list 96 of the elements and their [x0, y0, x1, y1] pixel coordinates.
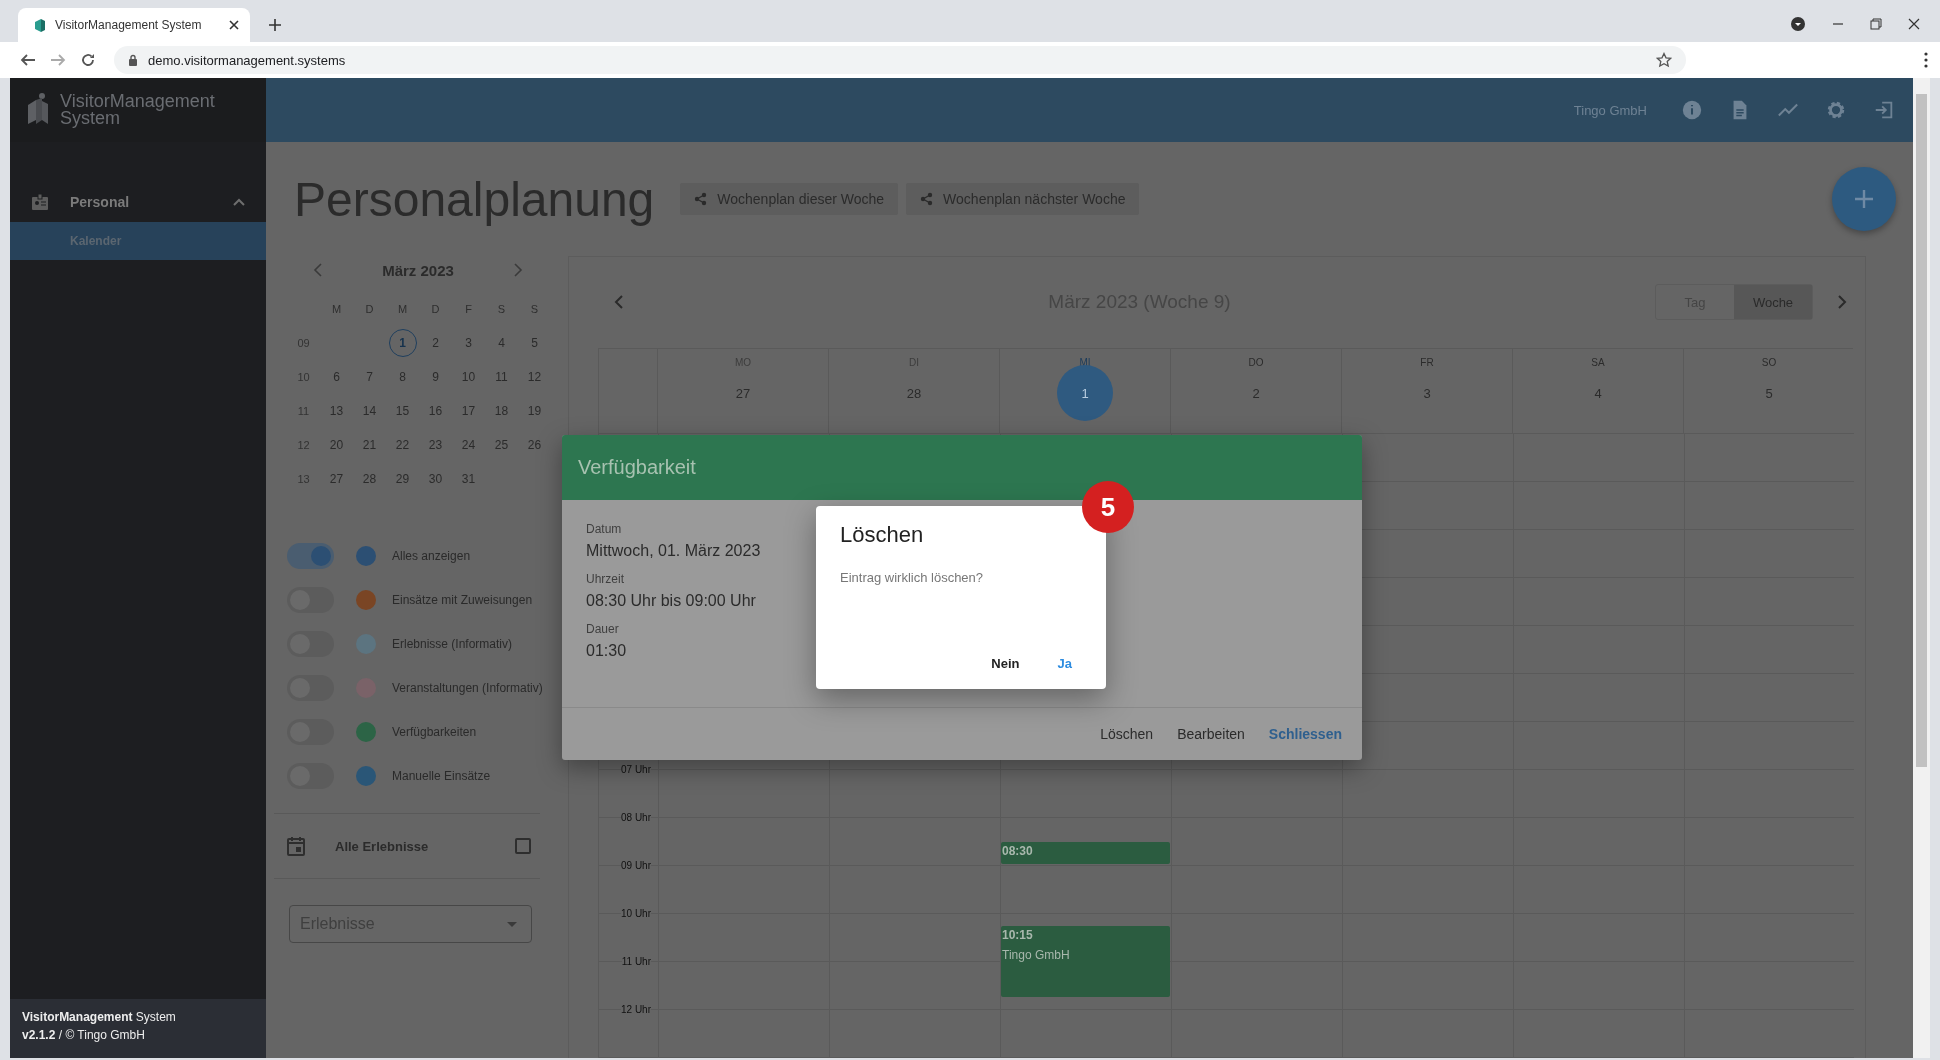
- chevron-right-icon[interactable]: [513, 263, 523, 277]
- calendar-day[interactable]: 5: [520, 329, 549, 357]
- app-logo-icon: [32, 17, 46, 33]
- brand-name: VisitorManagement System: [60, 93, 215, 127]
- hour-label: 07 Uhr: [621, 764, 651, 775]
- month-title: März 2023: [382, 261, 454, 279]
- hour-label: 11 Uhr: [621, 956, 651, 967]
- calendar-day[interactable]: 6: [322, 363, 351, 391]
- calendar-day[interactable]: 30: [421, 465, 450, 493]
- reload-icon[interactable]: [80, 52, 96, 68]
- restore-icon[interactable]: [1870, 18, 1882, 30]
- nav-group[interactable]: Personal: [10, 184, 266, 220]
- menu-icon[interactable]: [1924, 52, 1928, 68]
- plus-icon: [1852, 187, 1876, 211]
- calendar-day[interactable]: 4: [487, 329, 516, 357]
- dialog-button[interactable]: Löschen: [1090, 718, 1164, 750]
- calendar-day[interactable]: 11: [487, 363, 516, 391]
- scrollbar[interactable]: [1916, 94, 1927, 767]
- lock-icon: [128, 54, 138, 66]
- toggle-switch[interactable]: [287, 543, 334, 569]
- calendar-event[interactable]: 08:30: [1001, 842, 1170, 864]
- filter-label: Manuelle Einsätze: [392, 769, 491, 783]
- footer-text: v2.1.2 / © Tingo GmbH: [22, 1028, 146, 1042]
- calendar-day[interactable]: 21: [355, 431, 384, 459]
- page-title: Personalplanung: [294, 171, 655, 227]
- dialog-message: Eintrag wirklich löschen?: [840, 570, 985, 585]
- calendar-day[interactable]: 7: [355, 363, 384, 391]
- dialog-button[interactable]: Ja: [1047, 650, 1082, 677]
- calendar-day[interactable]: 31: [454, 465, 483, 493]
- logo-icon: [26, 93, 50, 127]
- back-icon[interactable]: [20, 52, 36, 68]
- day-header[interactable]: SO 5: [1683, 349, 1854, 434]
- calendar-day[interactable]: 25: [487, 431, 516, 459]
- checkbox[interactable]: [515, 838, 531, 854]
- calendar-event[interactable]: 10:15 Tingo GmbH: [1001, 926, 1170, 997]
- day-header[interactable]: MI 1: [999, 349, 1170, 434]
- dropdown-icon[interactable]: [1790, 16, 1806, 32]
- chevron-left-icon[interactable]: [614, 295, 624, 309]
- calendar-day[interactable]: 29: [388, 465, 417, 493]
- hour-label: 12 Uhr: [621, 1004, 651, 1015]
- filter-label: Erlebnisse (Informativ): [392, 637, 513, 651]
- calendar-day[interactable]: 13: [322, 397, 351, 425]
- info-icon[interactable]: [1681, 99, 1703, 121]
- day-header[interactable]: SA 4: [1512, 349, 1683, 434]
- calendar-day[interactable]: 10: [454, 363, 483, 391]
- day-header[interactable]: FR 3: [1341, 349, 1512, 434]
- calendar-icon: [287, 836, 305, 856]
- forward-icon[interactable]: [50, 52, 66, 68]
- calendar-day[interactable]: 26: [520, 431, 549, 459]
- calendar-day[interactable]: 24: [454, 431, 483, 459]
- dialog-button[interactable]: Schliessen: [1258, 718, 1352, 750]
- dialog-button[interactable]: Bearbeiten: [1167, 718, 1255, 750]
- dialog-title: Löschen: [840, 522, 925, 548]
- new-tab-icon[interactable]: [268, 18, 282, 32]
- chevron-left-icon[interactable]: [313, 263, 323, 277]
- star-icon[interactable]: [1656, 52, 1672, 68]
- close-icon[interactable]: [228, 19, 240, 31]
- calendar-day[interactable]: 15: [388, 397, 417, 425]
- filter-label: Einsätze mit Zuweisungen: [392, 593, 533, 607]
- browser-tab[interactable]: VisitorManagement System: [18, 8, 250, 42]
- calendar-day[interactable]: 17: [454, 397, 483, 425]
- calendar-day[interactable]: 3: [454, 329, 483, 357]
- dropdown-arrow-icon: [507, 921, 517, 927]
- company-name: Tingo GmbH: [1573, 102, 1647, 118]
- add-button[interactable]: [1832, 167, 1896, 231]
- id-badge-icon: [30, 192, 50, 212]
- dialog-button[interactable]: Nein: [981, 650, 1030, 677]
- calendar-day[interactable]: 27: [322, 465, 351, 493]
- calendar-day[interactable]: 23: [421, 431, 450, 459]
- calendar-day[interactable]: 19: [520, 397, 549, 425]
- filter-label: Veranstaltungen (Informativ): [392, 681, 543, 695]
- calendar-day[interactable]: 20: [322, 431, 351, 459]
- calendar-day[interactable]: 12: [520, 363, 549, 391]
- chevron-right-icon[interactable]: [1837, 295, 1847, 309]
- close-icon[interactable]: [1908, 18, 1920, 30]
- settings-icon[interactable]: [1825, 99, 1847, 121]
- share-icon: [920, 192, 934, 206]
- calendar-day[interactable]: 18: [487, 397, 516, 425]
- calendar-day[interactable]: 28: [355, 465, 384, 493]
- hour-label: 09 Uhr: [621, 860, 651, 871]
- filter-label: Alles anzeigen: [392, 549, 471, 563]
- calendar-day[interactable]: 16: [421, 397, 450, 425]
- share-icon: [694, 192, 708, 206]
- calendar-day[interactable]: 22: [388, 431, 417, 459]
- footer-text: VisitorManagement System: [22, 1010, 177, 1024]
- checkbox-label: Alle Erlebnisse: [335, 838, 430, 854]
- hour-label: 08 Uhr: [621, 812, 651, 823]
- calendar-day[interactable]: 9: [421, 363, 450, 391]
- calendar-day[interactable]: 8: [388, 363, 417, 391]
- calendar-day[interactable]: 14: [355, 397, 384, 425]
- hour-label: 10 Uhr: [621, 908, 651, 919]
- day-header[interactable]: DO 2: [1170, 349, 1341, 434]
- filter-label: Verfügbarkeiten: [392, 725, 477, 739]
- calendar-day[interactable]: 2: [421, 329, 450, 357]
- exit-icon[interactable]: [1873, 99, 1895, 121]
- address-bar[interactable]: demo.visitormanagement.systems: [114, 46, 1686, 74]
